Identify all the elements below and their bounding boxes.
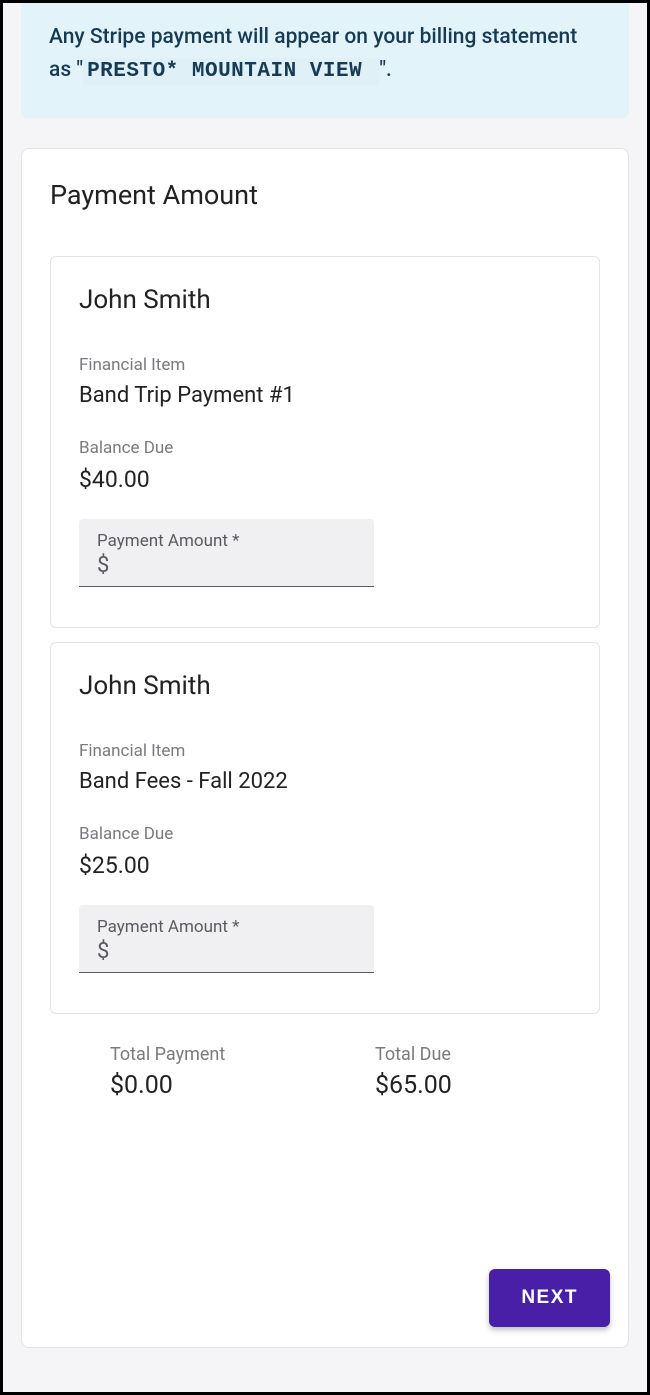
balance-due-label: Balance Due: [79, 824, 571, 844]
balance-due-value: $25.00: [79, 852, 571, 879]
total-payment-value: $0.00: [110, 1071, 335, 1100]
payment-amount-card: Payment Amount John Smith Financial Item…: [21, 148, 629, 1348]
payment-amount-field[interactable]: Payment Amount * $: [79, 905, 374, 973]
balance-due-value: $40.00: [79, 466, 571, 493]
person-name: John Smith: [79, 285, 571, 315]
total-due-label: Total Due: [375, 1044, 600, 1065]
statement-descriptor: PRESTO* MOUNTAIN VIEW: [83, 58, 379, 85]
person-name: John Smith: [79, 671, 571, 701]
balance-due-label: Balance Due: [79, 438, 571, 458]
currency-prefix: $: [97, 939, 109, 964]
next-button[interactable]: NEXT: [489, 1269, 610, 1327]
financial-item-value: Band Fees - Fall 2022: [79, 769, 571, 794]
payment-amount-label: Payment Amount *: [97, 917, 356, 937]
financial-item-value: Band Trip Payment #1: [79, 383, 571, 408]
payment-amount-input[interactable]: [115, 554, 356, 577]
total-due-value: $65.00: [375, 1071, 600, 1100]
section-title: Payment Amount: [50, 179, 600, 211]
payment-item: John Smith Financial Item Band Trip Paym…: [50, 256, 600, 628]
currency-prefix: $: [97, 553, 109, 578]
payment-amount-label: Payment Amount *: [97, 531, 356, 551]
stripe-notice: Any Stripe payment will appear on your b…: [21, 3, 629, 118]
total-due: Total Due $65.00: [375, 1044, 600, 1100]
total-payment: Total Payment $0.00: [110, 1044, 335, 1100]
payment-item: John Smith Financial Item Band Fees - Fa…: [50, 642, 600, 1014]
totals-row: Total Payment $0.00 Total Due $65.00: [50, 1028, 600, 1100]
total-payment-label: Total Payment: [110, 1044, 335, 1065]
financial-item-label: Financial Item: [79, 355, 571, 375]
payment-amount-input[interactable]: [115, 940, 356, 963]
payment-amount-field[interactable]: Payment Amount * $: [79, 519, 374, 587]
notice-text-suffix: ".: [379, 58, 392, 82]
financial-item-label: Financial Item: [79, 741, 571, 761]
